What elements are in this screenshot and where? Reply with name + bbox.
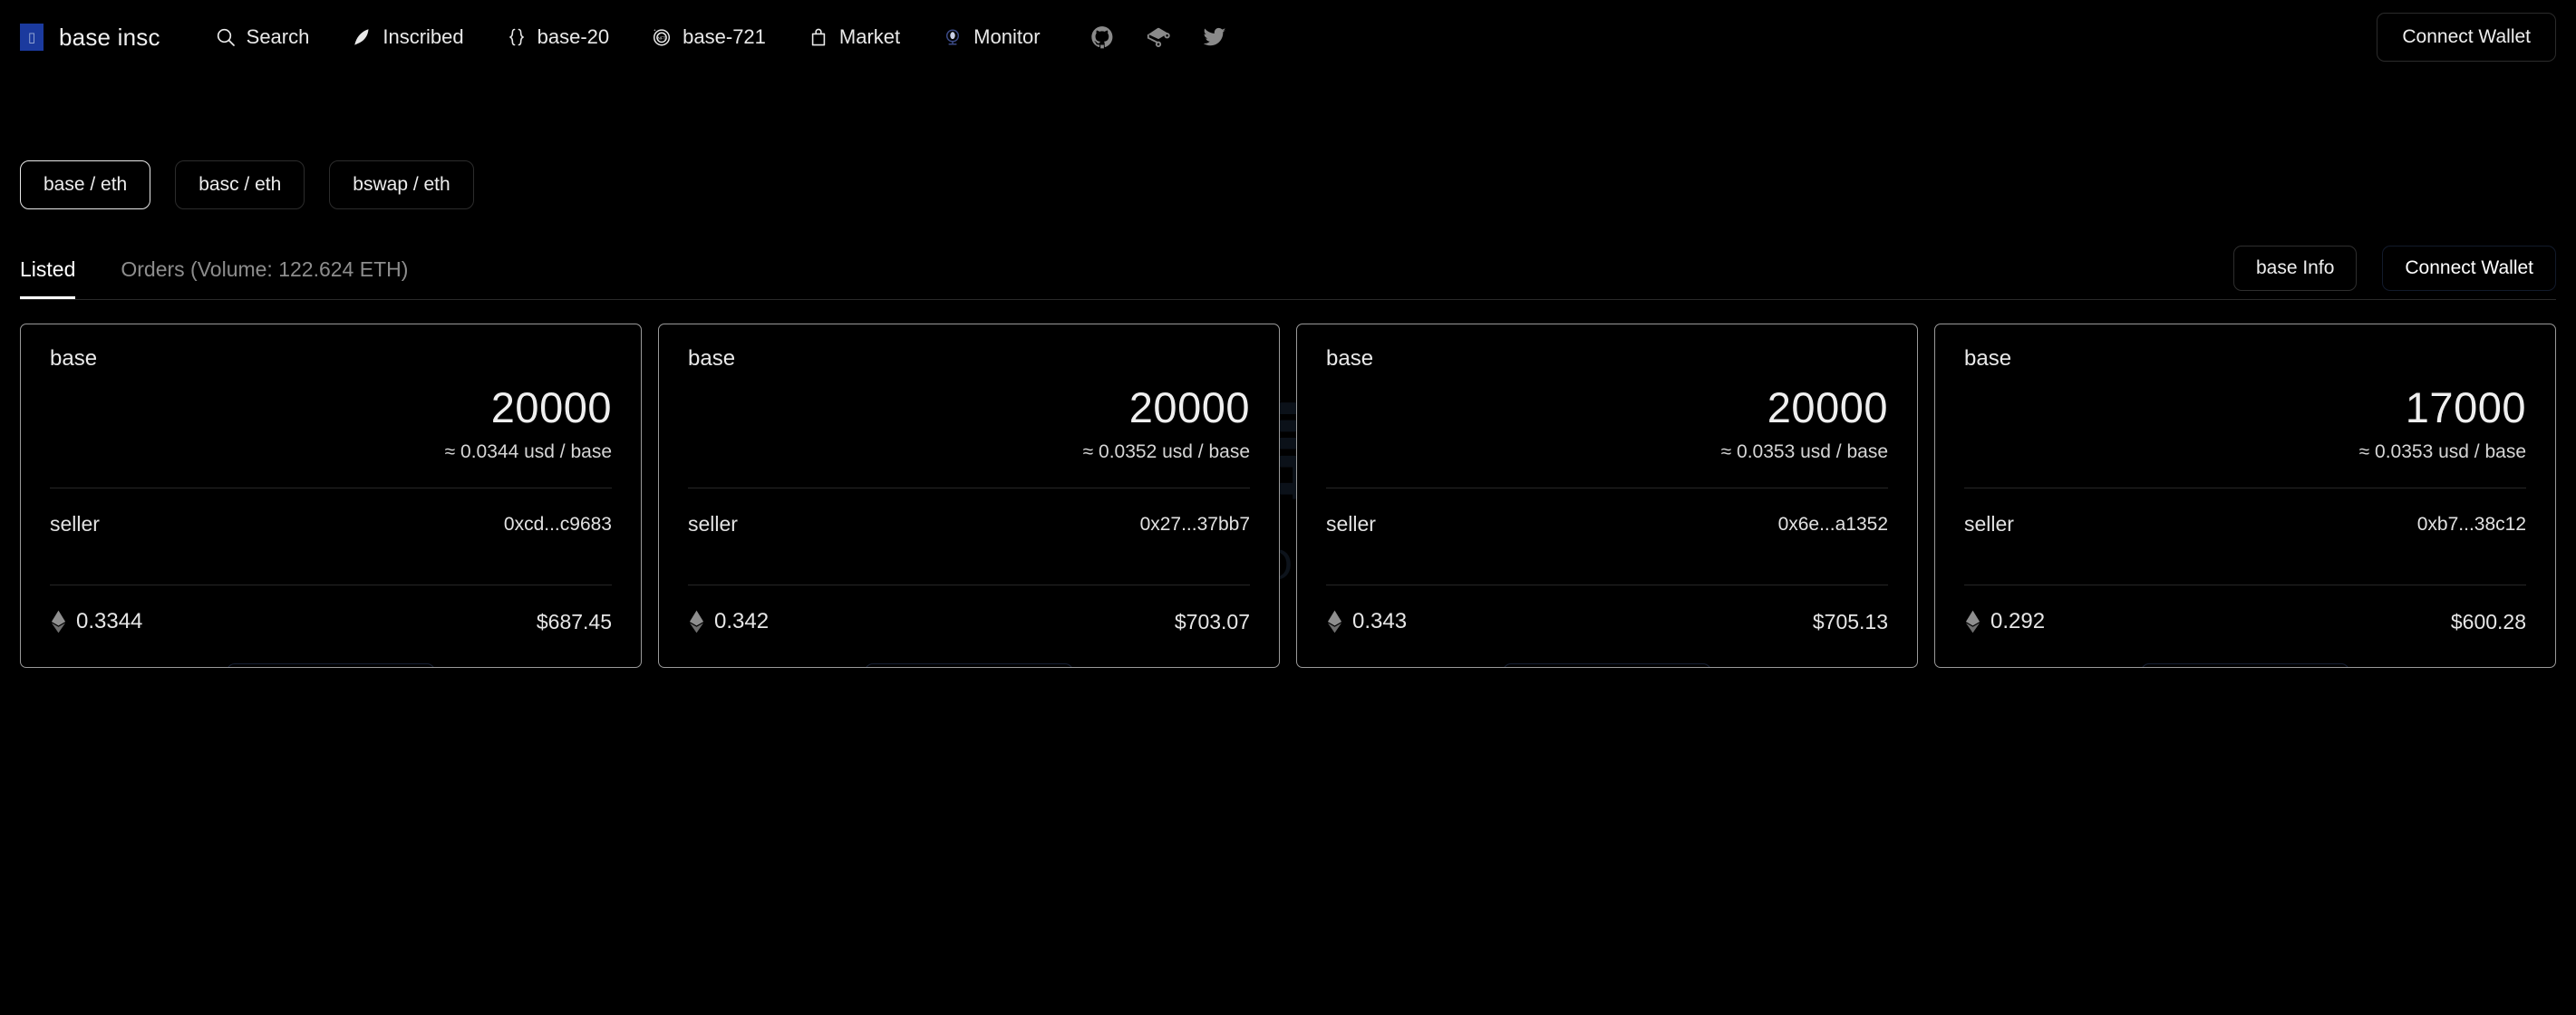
ethereum-diamond-icon bbox=[689, 610, 704, 633]
card-amount: 20000 bbox=[490, 383, 612, 431]
card-ticker: base bbox=[1326, 346, 1374, 371]
card-eth-amount: 0.292 bbox=[1990, 609, 2046, 633]
nft-circle-icon: NFT bbox=[654, 29, 671, 46]
card-eth-price: 0.3344 bbox=[50, 609, 142, 634]
card-seller-row: seller 0x27...37bb7 bbox=[688, 488, 1250, 560]
svg-text:NFT: NFT bbox=[658, 36, 666, 41]
card-usd-amount: $600.28 bbox=[2450, 609, 2526, 633]
ethereum-diamond-icon bbox=[1965, 610, 1980, 633]
card-amount: 20000 bbox=[1767, 383, 1888, 431]
tab-orders[interactable]: Orders (Volume: 122.624 ETH) bbox=[121, 257, 408, 299]
card-ticker: base bbox=[688, 346, 736, 371]
pair-tab-base-eth[interactable]: base / eth bbox=[20, 160, 151, 209]
card-price-row: 0.343 $705.13 bbox=[1326, 585, 1888, 658]
card-seller-row: seller 0x6e...a1352 bbox=[1326, 488, 1888, 560]
curly-braces-icon bbox=[508, 28, 524, 46]
card-unit-price: ≈ 0.0353 usd / base bbox=[2358, 441, 2526, 462]
feather-quill-icon bbox=[354, 29, 369, 45]
card-unit-price: ≈ 0.0353 usd / base bbox=[1720, 441, 1888, 462]
card-amount: 17000 bbox=[2405, 383, 2526, 431]
card-seller-address: 0xcd...c9683 bbox=[503, 513, 612, 535]
card-cta-wrap: Connect Wallet bbox=[688, 663, 1250, 667]
base-info-button[interactable]: base Info bbox=[2232, 246, 2358, 291]
card-price-row: 0.342 $703.07 bbox=[688, 585, 1250, 658]
listing-card[interactable]: base 20000 ≈ 0.0352 usd / base seller 0x… bbox=[658, 324, 1280, 668]
gitbook-icon[interactable] bbox=[1146, 24, 1171, 50]
nav-item-base-20[interactable]: base-20 bbox=[506, 25, 610, 49]
nav-item-market[interactable]: Market bbox=[808, 25, 900, 49]
card-usd-amount: $703.07 bbox=[1174, 609, 1250, 633]
listing-tabs-row: Listed Orders (Volume: 122.624 ETH) base… bbox=[0, 246, 2576, 299]
nav-label: base-721 bbox=[683, 25, 766, 48]
tab-listed[interactable]: Listed bbox=[20, 257, 76, 299]
card-eth-price: 0.292 bbox=[1964, 609, 2045, 634]
card-eth-price: 0.342 bbox=[688, 609, 769, 634]
card-ticker: base bbox=[1964, 346, 2012, 371]
card-seller-address: 0x6e...a1352 bbox=[1777, 513, 1888, 535]
search-icon bbox=[217, 28, 235, 46]
brand-name: base insc bbox=[59, 23, 160, 51]
connect-wallet-button-secondary[interactable]: Connect Wallet bbox=[2382, 246, 2556, 291]
card-seller-label: seller bbox=[1326, 512, 1376, 536]
card-eth-amount: 0.343 bbox=[1352, 609, 1408, 633]
card-connect-wallet-button[interactable]: Connect Wallet bbox=[1502, 663, 1712, 667]
card-seller-row: seller 0xcd...c9683 bbox=[50, 488, 612, 560]
card-seller-address: 0xb7...38c12 bbox=[2416, 513, 2526, 535]
nav-item-monitor[interactable]: Monitor bbox=[942, 25, 1041, 49]
ethereum-diamond-icon bbox=[1327, 610, 1342, 633]
nav-label: Search bbox=[246, 25, 310, 48]
card-usd-amount: $705.13 bbox=[1812, 609, 1888, 633]
card-seller-label: seller bbox=[688, 512, 738, 536]
github-icon[interactable] bbox=[1089, 24, 1115, 50]
listing-tabs: Listed Orders (Volume: 122.624 ETH) bbox=[20, 257, 408, 299]
pair-tab-basc-eth[interactable]: basc / eth bbox=[175, 160, 305, 209]
pair-tab-bswap-eth[interactable]: bswap / eth bbox=[329, 160, 474, 209]
nav-item-base-721[interactable]: NFT base-721 bbox=[651, 25, 766, 49]
card-seller-label: seller bbox=[50, 512, 100, 536]
card-seller-address: 0x27...37bb7 bbox=[1139, 513, 1250, 535]
pair-filter-group: base / eth basc / eth bswap / eth bbox=[0, 74, 2576, 209]
card-eth-amount: 0.342 bbox=[714, 609, 770, 633]
listing-card[interactable]: base 20000 ≈ 0.0344 usd / base seller 0x… bbox=[20, 324, 642, 668]
card-amount: 20000 bbox=[1128, 383, 1250, 431]
tabs-actions: base Info Connect Wallet bbox=[2232, 246, 2556, 299]
nav-label: Monitor bbox=[973, 25, 1041, 48]
card-connect-wallet-button[interactable]: Connect Wallet bbox=[2140, 663, 2350, 667]
card-cta-wrap: Connect Wallet bbox=[1326, 663, 1888, 667]
nav-label: Inscribed bbox=[383, 25, 464, 48]
card-seller-label: seller bbox=[1964, 512, 2014, 536]
connect-wallet-button-header[interactable]: Connect Wallet bbox=[2377, 13, 2556, 62]
shopping-bag-icon bbox=[811, 28, 826, 46]
listing-card[interactable]: base 17000 ≈ 0.0353 usd / base seller 0x… bbox=[1934, 324, 2556, 668]
card-unit-price: ≈ 0.0352 usd / base bbox=[1082, 441, 1250, 462]
listing-card-grid: base 20000 ≈ 0.0344 usd / base seller 0x… bbox=[0, 300, 2576, 668]
ethereum-diamond-icon bbox=[51, 610, 66, 633]
card-usd-amount: $687.45 bbox=[536, 609, 612, 633]
top-navigation-bar: ▯ base insc Search Inscribed base-20 NFT… bbox=[0, 0, 2576, 74]
twitter-icon[interactable] bbox=[1202, 24, 1227, 50]
card-connect-wallet-button[interactable]: Connect Wallet bbox=[864, 663, 1074, 667]
card-eth-price: 0.343 bbox=[1326, 609, 1407, 634]
card-seller-row: seller 0xb7...38c12 bbox=[1964, 488, 2526, 560]
monitor-lamp-icon bbox=[946, 29, 960, 45]
nav-item-search[interactable]: Search bbox=[215, 25, 310, 49]
brand[interactable]: ▯ base insc bbox=[20, 24, 160, 52]
nav-label: base-20 bbox=[537, 25, 610, 48]
card-eth-amount: 0.3344 bbox=[76, 609, 143, 633]
vertical-bar-logo-icon: ▯ bbox=[20, 24, 44, 51]
card-cta-wrap: Connect Wallet bbox=[50, 663, 612, 667]
main-nav: Search Inscribed base-20 NFT base-721 Ma… bbox=[215, 25, 1041, 49]
card-connect-wallet-button[interactable]: Connect Wallet bbox=[226, 663, 436, 667]
card-cta-wrap: Connect Wallet bbox=[1964, 663, 2526, 667]
nav-item-inscribed[interactable]: Inscribed bbox=[351, 25, 464, 49]
nav-label: Market bbox=[838, 25, 901, 48]
social-links bbox=[1089, 24, 1227, 50]
card-price-row: 0.292 $600.28 bbox=[1964, 585, 2526, 658]
card-price-row: 0.3344 $687.45 bbox=[50, 585, 612, 658]
listing-card[interactable]: base 20000 ≈ 0.0353 usd / base seller 0x… bbox=[1296, 324, 1918, 668]
card-ticker: base bbox=[50, 346, 98, 371]
card-unit-price: ≈ 0.0344 usd / base bbox=[444, 441, 612, 462]
